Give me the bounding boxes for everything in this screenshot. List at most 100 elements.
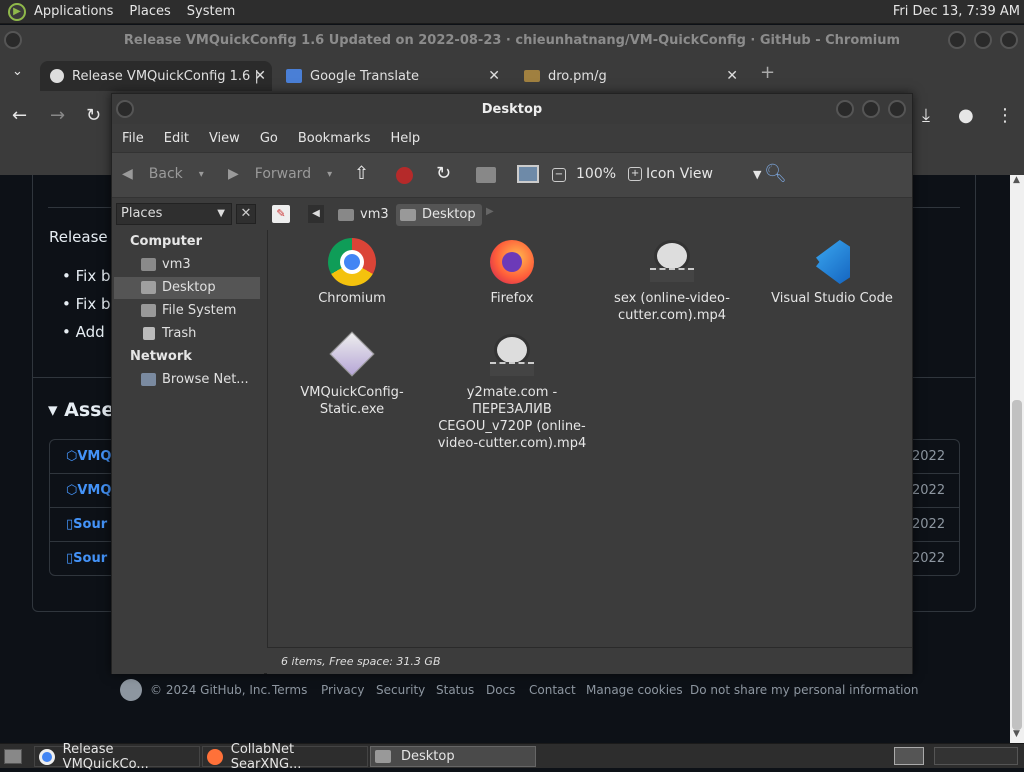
taskbar-item-firefox[interactable]: CollabNet SearXNG... [202, 742, 368, 772]
reload-icon[interactable]: ↻ [86, 105, 101, 126]
file-item-firefox[interactable]: Firefox [437, 238, 587, 307]
file-item-sex-mp4[interactable]: sex (online-video-cutter.com).mp4 [597, 238, 747, 324]
github-logo-icon[interactable] [120, 679, 142, 701]
system-menu[interactable]: System [179, 4, 243, 19]
breadcrumb-desktop[interactable]: Desktop [396, 204, 482, 226]
menu-help[interactable]: Help [380, 131, 430, 146]
footer-link-do-not-share[interactable]: Do not share my personal information [690, 683, 918, 697]
tab-google-translate[interactable]: Google Translate ✕ [278, 61, 506, 91]
zoom-in-icon[interactable]: + [628, 167, 643, 181]
taskbar-item-chromium[interactable]: Release VMQuickCo... [34, 742, 200, 772]
asset-link[interactable]: ⬡VMQ [66, 449, 111, 464]
file-manager-window: Desktop File Edit View Go Bookmarks Help… [111, 93, 913, 674]
close-sidebar-icon[interactable]: ✕ [236, 204, 256, 224]
tab-label: Release VMQuickConfig 1.6 | [72, 68, 259, 84]
menu-edit[interactable]: Edit [154, 131, 199, 146]
file-manager-title-bar[interactable]: Desktop [112, 94, 912, 124]
close-tab-icon[interactable]: ✕ [488, 68, 500, 84]
sidebar-item-file-system[interactable]: File System [114, 300, 260, 322]
stop-icon[interactable] [396, 167, 413, 184]
assets-heading[interactable]: ▾ Asse [48, 399, 114, 421]
sidebar-item-vm3[interactable]: vm3 [114, 254, 260, 276]
zoom-control[interactable]: − 100% + [552, 166, 643, 182]
minimize-icon[interactable] [948, 31, 966, 49]
tab-dro-pm[interactable]: dro.pm/g ✕ [516, 61, 744, 91]
up-icon[interactable]: ⇧ [354, 163, 369, 184]
home-folder-icon[interactable] [476, 167, 496, 183]
minimize-icon[interactable] [836, 100, 854, 118]
tab-search-chevron-icon[interactable]: ⌄ [12, 64, 23, 79]
menu-go[interactable]: Go [250, 131, 288, 146]
file-item-y2mate-mp4[interactable]: y2mate.com - ПЕРЕЗАЛИВ CEGOU_v720P (onli… [437, 332, 587, 452]
sidebar-item-browse-network[interactable]: Browse Net... [114, 369, 260, 391]
maximize-icon[interactable] [862, 100, 880, 118]
forward-button[interactable]: ▶ Forward ▾ [228, 166, 332, 182]
computer-icon[interactable] [517, 165, 539, 183]
zoom-out-icon[interactable]: − [552, 168, 566, 182]
applications-menu[interactable]: Applications [26, 4, 121, 19]
forward-arrow-icon[interactable]: → [50, 105, 65, 126]
breadcrumb-left-icon[interactable]: ◀ [308, 205, 324, 223]
more-menu-icon[interactable]: ⋮ [996, 105, 1014, 126]
places-dropdown[interactable]: Places ▼ [116, 203, 232, 225]
search-icon[interactable]: 🔍︎ [764, 163, 787, 184]
asset-link[interactable]: ⬡VMQ [66, 483, 111, 498]
back-arrow-icon[interactable]: ← [12, 105, 27, 126]
breadcrumb-right-icon[interactable]: ▶ [486, 206, 494, 217]
close-tab-icon[interactable]: ✕ [254, 68, 266, 84]
file-item-vscode[interactable]: Visual Studio Code [757, 238, 907, 307]
edit-location-icon[interactable]: ✎ [272, 205, 290, 223]
footer-link-terms[interactable]: Terms [272, 683, 307, 697]
taskbar-item-desktop[interactable]: Desktop [370, 746, 536, 767]
menu-bookmarks[interactable]: Bookmarks [288, 131, 381, 146]
footer-link-status[interactable]: Status [436, 683, 474, 697]
maximize-icon[interactable] [974, 31, 992, 49]
view-mode-select[interactable]: Icon View ▼ [646, 166, 761, 182]
bottom-panel: Release VMQuickCo... CollabNet SearXNG..… [0, 742, 1024, 772]
footer-link-contact[interactable]: Contact [529, 683, 576, 697]
show-desktop-icon[interactable] [4, 749, 22, 764]
breadcrumb-vm3[interactable]: vm3 [334, 204, 395, 226]
file-icon-view[interactable]: Chromium Firefox sex (online-video-cutte… [267, 230, 912, 647]
close-tab-icon[interactable]: ✕ [726, 68, 738, 84]
asset-link[interactable]: ▯Sour [66, 551, 107, 566]
scroll-up-icon[interactable]: ▲ [1013, 175, 1020, 185]
footer-link-docs[interactable]: Docs [486, 683, 515, 697]
footer-link-privacy[interactable]: Privacy [321, 683, 364, 697]
dropdown-arrow-icon[interactable]: ▾ [327, 169, 332, 180]
back-button[interactable]: ◀ Back ▾ [122, 166, 204, 182]
trash-icon [143, 327, 155, 340]
footer-link-manage-cookies[interactable]: Manage cookies [586, 683, 683, 697]
new-tab-icon[interactable]: + [760, 62, 775, 83]
dropdown-arrow-icon[interactable]: ▾ [199, 169, 204, 180]
window-menu-icon[interactable] [4, 31, 22, 49]
clock[interactable]: Fri Dec 13, 7:39 AM [893, 4, 1020, 19]
tab-github-release[interactable]: Release VMQuickConfig 1.6 | ✕ [40, 61, 272, 91]
scrollbar-thumb[interactable] [1012, 400, 1022, 730]
dropdown-arrow-icon[interactable]: ▼ [753, 168, 761, 181]
asset-link[interactable]: ▯Sour [66, 517, 107, 532]
firefox-icon [207, 748, 223, 765]
footer-link-security[interactable]: Security [376, 683, 425, 697]
file-item-vmquickconfig-exe[interactable]: VMQuickConfig-Static.exe [277, 331, 427, 418]
sidebar-item-trash[interactable]: Trash [114, 323, 260, 345]
page-scrollbar[interactable]: ▲ ▼ [1010, 175, 1024, 743]
file-item-chromium[interactable]: Chromium [277, 238, 427, 307]
profile-icon[interactable]: ● [958, 105, 974, 126]
places-menu[interactable]: Places [121, 4, 178, 19]
workspace-switcher-icon[interactable] [894, 747, 924, 765]
gnome-foot-icon[interactable]: ▶ [8, 2, 26, 21]
close-icon[interactable] [888, 100, 906, 118]
menu-file[interactable]: File [112, 131, 154, 146]
reload-icon[interactable]: ↻ [436, 163, 451, 184]
menu-view[interactable]: View [199, 131, 250, 146]
chromium-title-bar[interactable]: Release VMQuickConfig 1.6 Updated on 202… [0, 25, 1024, 55]
desktop-folder-icon [141, 281, 156, 294]
download-icon[interactable]: ⤓ [922, 105, 930, 126]
workspace-switcher-empty[interactable] [934, 747, 1018, 765]
close-icon[interactable] [1000, 31, 1018, 49]
sidebar-item-desktop[interactable]: Desktop [114, 277, 260, 299]
window-menu-icon[interactable] [116, 100, 134, 118]
scroll-down-icon[interactable]: ▼ [1013, 729, 1020, 739]
window-title: Desktop [481, 101, 543, 117]
